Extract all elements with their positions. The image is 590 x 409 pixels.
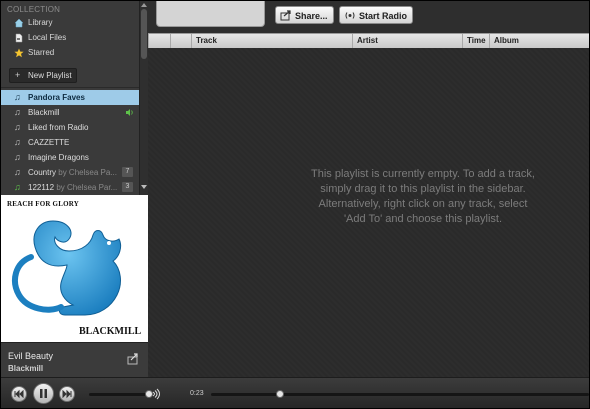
radio-signal-icon — [345, 12, 355, 19]
sidebar-playlist-liked-from-radio[interactable]: ♫ Liked from Radio — [1, 120, 139, 135]
sidebar-playlist-pandora-faves[interactable]: ♫ Pandora Faves — [1, 90, 139, 105]
column-header-artist[interactable]: Artist — [352, 34, 462, 48]
sidebar-item-label: Library — [28, 18, 53, 27]
spotify-window: COLLECTION Library Local Files Starred +… — [1, 1, 589, 408]
sidebar: COLLECTION Library Local Files Starred +… — [1, 1, 148, 195]
sidebar-item-label: Starred — [28, 48, 55, 57]
next-icon — [62, 389, 72, 399]
sidebar-playlist-imagine-dragons[interactable]: ♫ Imagine Dragons — [1, 150, 139, 165]
share-icon — [280, 10, 291, 21]
start-radio-button[interactable]: Start Radio — [339, 6, 413, 24]
sidebar-item-label: Local Files — [28, 33, 67, 42]
next-button[interactable] — [59, 386, 75, 402]
player-bar: 0:23 — [1, 377, 589, 408]
scroll-up-arrow-icon[interactable] — [141, 3, 147, 7]
file-icon — [15, 33, 23, 43]
play-pause-button[interactable] — [33, 383, 54, 404]
collection-heading: COLLECTION — [7, 5, 61, 14]
share-icon[interactable] — [127, 353, 139, 365]
column-header-time[interactable]: Time — [462, 34, 489, 48]
column-header-track[interactable]: Track — [191, 34, 352, 48]
volume-icon[interactable] — [152, 388, 162, 400]
playlist-header: Share... Start Radio — [148, 1, 589, 33]
cover-title-text: REACH FOR GLORY — [7, 200, 79, 208]
empty-playlist-message: This playlist is currently empty. To add… — [311, 168, 535, 225]
squirrel-logo-icon — [12, 220, 122, 316]
playlist-owner: by Chelsea Par... — [56, 183, 118, 192]
playlist-image-placeholder — [156, 1, 265, 27]
track-list-area: This playlist is currently empty. To add… — [148, 48, 589, 377]
sidebar-item-library[interactable]: Library — [1, 16, 139, 30]
share-button[interactable]: Share... — [275, 6, 334, 24]
scroll-down-arrow-icon[interactable] — [141, 185, 147, 189]
sidebar-playlist-cazzette[interactable]: ♫ CAZZETTE — [1, 135, 139, 150]
music-note-icon: ♫ — [14, 122, 21, 132]
elapsed-time: 0:23 — [190, 390, 204, 397]
sidebar-item-local-files[interactable]: Local Files — [1, 31, 139, 45]
scrollbar-thumb[interactable] — [141, 9, 147, 59]
playlist-count-badge: 3 — [122, 182, 133, 192]
star-icon — [14, 48, 24, 58]
music-note-icon: ♫ — [14, 92, 21, 102]
pause-icon — [40, 389, 47, 398]
now-playing-panel: Evil Beauty Blackmill — [1, 342, 148, 378]
column-header-star[interactable] — [170, 34, 191, 48]
house-icon — [14, 18, 24, 28]
sidebar-playlist-blackmill[interactable]: ♫ Blackmill — [1, 105, 139, 120]
plus-icon: + — [15, 70, 21, 80]
seek-bar[interactable] — [211, 393, 589, 396]
music-note-icon: ♫ — [14, 167, 21, 177]
track-table-header: Track Artist Time Album — [148, 33, 589, 49]
music-note-icon: ♫ — [14, 107, 21, 117]
sidebar-item-starred[interactable]: Starred — [1, 46, 139, 60]
previous-button[interactable] — [11, 386, 27, 402]
music-note-icon: ♫ — [14, 152, 21, 162]
sidebar-divider — [1, 87, 139, 88]
sidebar-scrollbar[interactable] — [139, 1, 148, 195]
seek-bar-handle[interactable] — [276, 390, 284, 398]
music-note-icon: ♫ — [14, 182, 21, 192]
playlist-owner: by Chelsea Pa... — [58, 168, 117, 177]
previous-icon — [14, 389, 24, 399]
speaker-playing-icon — [126, 109, 133, 116]
music-note-icon: ♫ — [14, 137, 21, 147]
volume-slider[interactable] — [89, 393, 151, 396]
cover-artist-text: BLACKMILL — [79, 326, 142, 337]
now-playing-track[interactable]: Evil Beauty — [8, 351, 53, 361]
now-playing-artist[interactable]: Blackmill — [8, 364, 43, 373]
column-header-album[interactable]: Album — [489, 34, 589, 48]
new-playlist-button[interactable]: + New Playlist — [9, 68, 77, 83]
sidebar-playlist-122112[interactable]: ♫ 122112 by Chelsea Par... 3 — [1, 180, 139, 195]
sidebar-playlist-country[interactable]: ♫ Country by Chelsea Pa... 7 — [1, 165, 139, 180]
album-cover-art[interactable]: REACH FOR GLORY BLACKMILL — [1, 195, 148, 342]
column-header-status[interactable] — [148, 34, 170, 48]
playlist-count-badge: 7 — [122, 167, 133, 177]
